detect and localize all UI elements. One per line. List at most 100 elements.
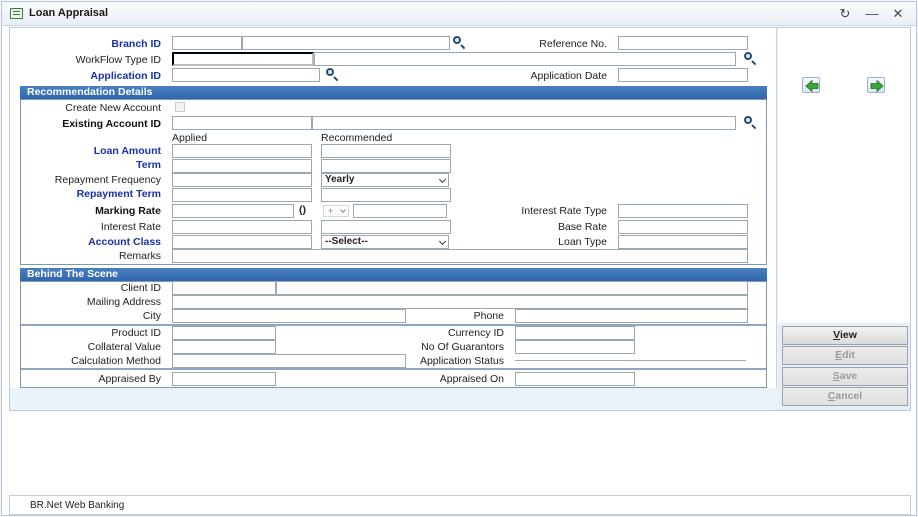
arrow-right-icon <box>870 79 884 93</box>
view-button[interactable]: View <box>782 326 908 345</box>
collateral-value-input[interactable] <box>172 340 276 354</box>
loan-amount-recommended-input[interactable] <box>321 144 451 158</box>
repayment-term-applied-input[interactable] <box>172 188 312 202</box>
main-content: Branch ID Reference No. WorkFlow Type ID… <box>9 27 911 411</box>
loan-type-label: Loan Type <box>558 236 607 248</box>
base-rate-label: Base Rate <box>557 221 607 233</box>
mailing-address-input[interactable] <box>172 295 748 309</box>
marking-rate-input[interactable] <box>172 204 294 218</box>
account-class-label: Account Class <box>88 236 161 248</box>
client-id-name-input[interactable] <box>276 281 748 295</box>
refresh-icon[interactable]: ↻ <box>834 5 856 23</box>
workflow-type-id-code-input[interactable] <box>172 52 314 66</box>
product-id-label: Product ID <box>111 327 161 339</box>
loan-type-input[interactable] <box>618 235 748 249</box>
currency-id-label: Currency ID <box>447 327 504 339</box>
previous-button[interactable] <box>802 77 820 93</box>
title-bar: Loan Appraisal ↻ — ✕ <box>2 2 916 26</box>
repayment-frequency-selected: Yearly <box>325 174 355 185</box>
branch-id-label: Branch ID <box>111 38 161 50</box>
reference-no-input[interactable] <box>618 36 748 50</box>
form-area: Branch ID Reference No. WorkFlow Type ID… <box>10 28 777 410</box>
account-class-select[interactable]: --Select-- <box>321 235 449 249</box>
application-status-value <box>515 360 746 361</box>
interest-rate-label: Interest Rate <box>100 221 161 233</box>
edit-button[interactable]: Edit <box>782 346 908 365</box>
action-panel: View Edit Save Cancel <box>778 28 910 410</box>
minimize-button[interactable]: — <box>861 5 883 23</box>
city-label: City <box>142 310 161 322</box>
status-bar: BR.Net Web Banking <box>9 495 911 515</box>
status-text: BR.Net Web Banking <box>30 500 125 511</box>
client-id-label: Client ID <box>120 282 161 294</box>
interest-rate-type-input[interactable] <box>618 204 748 218</box>
close-button[interactable]: ✕ <box>887 5 909 23</box>
window-title: Loan Appraisal <box>29 7 109 19</box>
interest-rate-recommended-input[interactable] <box>321 220 451 234</box>
cancel-button[interactable]: Cancel <box>782 387 908 406</box>
client-id-code-input[interactable] <box>172 281 276 295</box>
appraised-by-label: Appraised By <box>98 373 161 385</box>
appraised-by-input[interactable] <box>172 372 276 386</box>
chevron-down-icon <box>438 237 447 246</box>
remarks-label: Remarks <box>118 250 161 262</box>
applied-column-header: Applied <box>172 132 208 144</box>
branch-search-icon[interactable] <box>452 35 466 50</box>
repayment-frequency-applied-input[interactable] <box>172 173 312 187</box>
term-applied-input[interactable] <box>172 159 312 173</box>
calculation-method-label: Calculation Method <box>71 355 161 367</box>
remarks-input[interactable] <box>172 249 748 263</box>
existing-account-id-code-input[interactable] <box>172 116 312 130</box>
existing-account-id-name-input[interactable] <box>312 116 736 130</box>
product-id-input[interactable] <box>172 326 276 340</box>
reference-no-label: Reference No. <box>539 38 607 50</box>
form-window-icon <box>10 8 23 19</box>
recommendation-details-header: Recommendation Details <box>20 86 767 99</box>
base-rate-input[interactable] <box>618 220 748 234</box>
recommended-column-header: Recommended <box>321 132 393 144</box>
calculation-method-input[interactable] <box>172 354 406 368</box>
repayment-frequency-select[interactable]: Yearly <box>321 173 449 187</box>
application-search-icon[interactable] <box>325 67 339 82</box>
loan-amount-applied-input[interactable] <box>172 144 312 158</box>
interest-rate-type-label: Interest Rate Type <box>521 205 607 217</box>
term-label: Term <box>136 159 161 171</box>
term-recommended-input[interactable] <box>321 159 451 173</box>
next-button[interactable] <box>867 77 885 93</box>
mailing-address-label: Mailing Address <box>86 296 161 308</box>
chevron-down-icon <box>340 207 346 213</box>
no-of-guarantors-input[interactable] <box>515 340 635 354</box>
workflow-type-id-label: WorkFlow Type ID <box>75 54 161 66</box>
create-new-account-checkbox[interactable] <box>175 102 185 112</box>
marking-rate-label: Marking Rate <box>95 205 161 217</box>
currency-id-input[interactable] <box>515 326 635 340</box>
marking-rate-sign-select[interactable]: + <box>323 205 349 217</box>
arrow-left-icon <box>805 79 819 93</box>
loan-appraisal-window: Loan Appraisal ↻ — ✕ Branch ID Reference… <box>1 1 917 516</box>
application-id-input[interactable] <box>172 68 320 82</box>
create-new-account-label: Create New Account <box>65 102 161 114</box>
phone-input[interactable] <box>515 309 748 323</box>
section-divider <box>21 324 766 326</box>
marking-rate-adjust-input[interactable] <box>353 204 447 218</box>
workflow-search-icon[interactable] <box>743 51 757 66</box>
chevron-down-icon <box>438 175 447 184</box>
save-button[interactable]: Save <box>782 367 908 386</box>
application-id-label: Application ID <box>90 70 161 82</box>
existing-account-search-icon[interactable] <box>743 115 757 130</box>
interest-rate-applied-input[interactable] <box>172 220 312 234</box>
appraised-on-input[interactable] <box>515 372 635 386</box>
section-divider <box>21 368 766 370</box>
behind-the-scene-header: Behind The Scene <box>20 268 767 281</box>
marking-rate-sign-value: + <box>328 206 334 216</box>
city-input[interactable] <box>172 309 406 323</box>
application-date-input[interactable] <box>618 68 748 82</box>
account-class-input[interactable] <box>172 235 312 249</box>
appraised-on-label: Appraised On <box>439 373 504 385</box>
workflow-type-id-name-input[interactable] <box>314 52 736 66</box>
branch-id-code-input[interactable] <box>172 36 242 50</box>
application-status-label: Application Status <box>419 355 504 367</box>
repayment-frequency-label: Repayment Frequency <box>54 174 161 186</box>
repayment-term-recommended-input[interactable] <box>321 188 451 202</box>
branch-id-name-input[interactable] <box>242 36 450 50</box>
